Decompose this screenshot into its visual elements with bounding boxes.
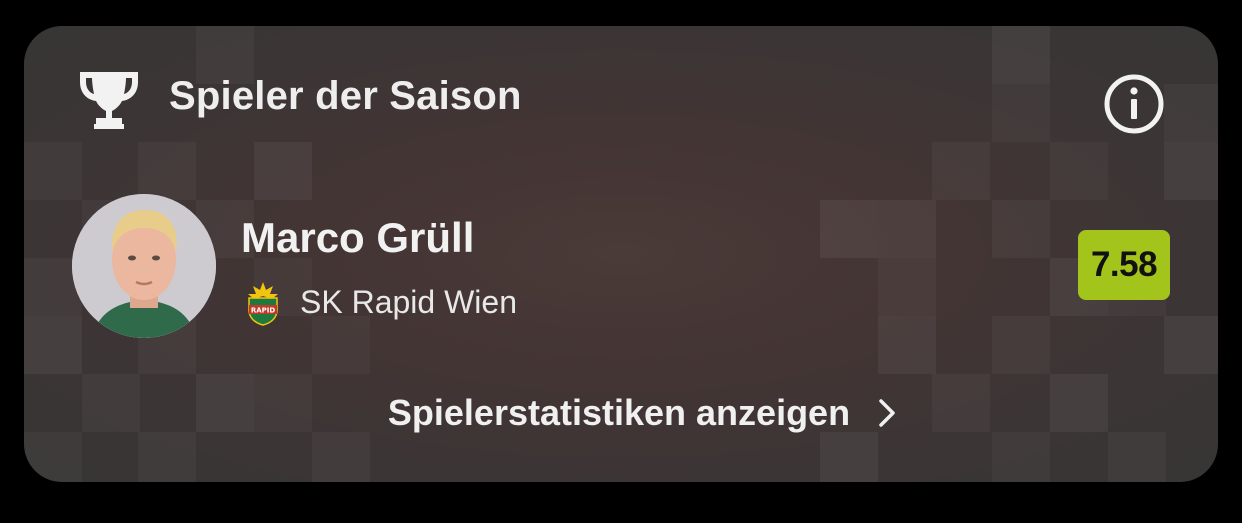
card-title: Spieler der Saison [169, 74, 522, 118]
player-stats-link[interactable]: Spielerstatistiken anzeigen [24, 378, 1218, 448]
rating-badge: 7.58 [1078, 230, 1170, 300]
player-of-season-card: Spieler der Saison Marco Grüll RAPID SK … [24, 26, 1218, 482]
player-photo [72, 194, 216, 338]
card-header: Spieler der Saison [24, 26, 1218, 176]
trophy-icon [80, 72, 138, 129]
club-logo: RAPID [248, 282, 278, 326]
chevron-right-icon [879, 399, 895, 427]
info-icon[interactable] [1102, 72, 1166, 136]
club-name: SK Rapid Wien [300, 284, 517, 320]
player-name: Marco Grüll [241, 214, 475, 261]
player-stats-label: Spielerstatistiken anzeigen [387, 392, 851, 433]
player-avatar [72, 194, 216, 338]
club-logo-text: RAPID [251, 307, 276, 315]
player-row[interactable]: Marco Grüll RAPID SK Rapid Wien 7.58 [24, 186, 1218, 346]
